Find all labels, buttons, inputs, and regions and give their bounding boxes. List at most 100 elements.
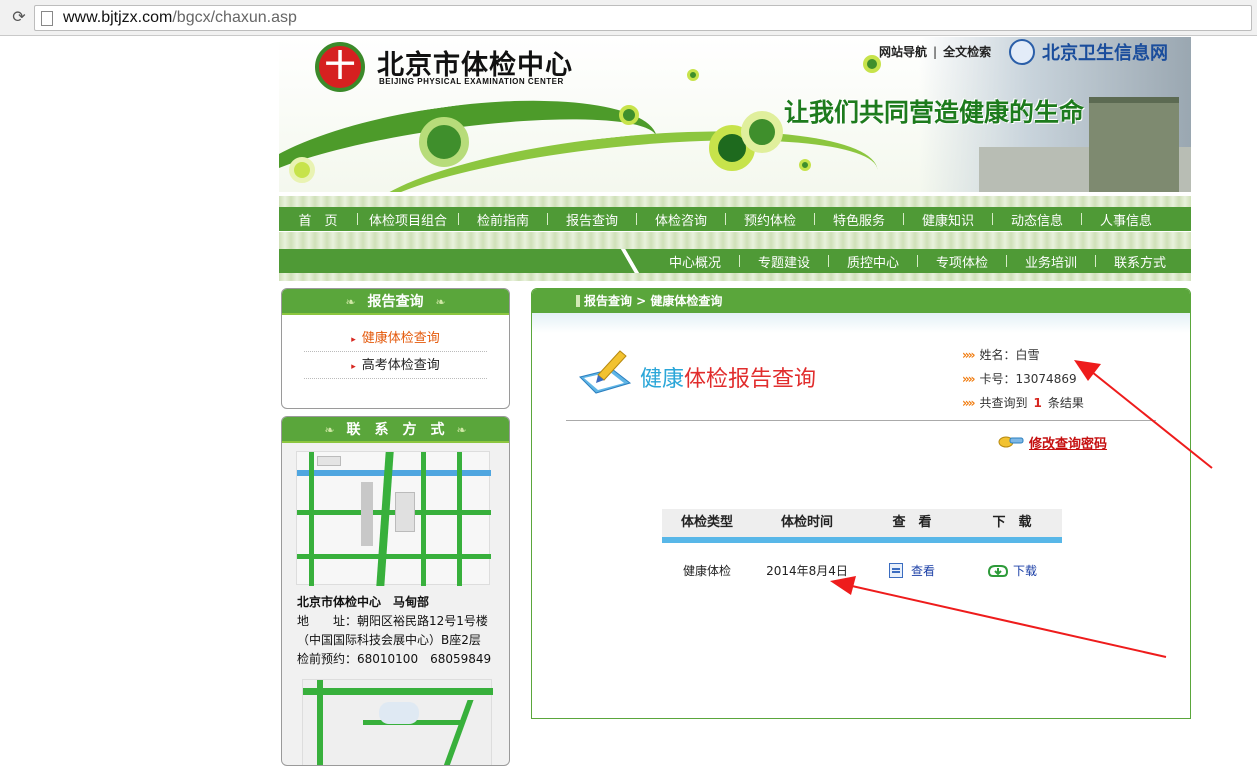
site-banner: 十 北京市体检中心 BEIJING PHYSICAL EXAMINATION C… (279, 37, 1191, 192)
view-button[interactable]: 查看 (862, 547, 962, 595)
breadcrumb-marker (576, 295, 580, 307)
bullet-arrow-icon: ▸ (351, 362, 356, 372)
location-map[interactable] (296, 451, 491, 586)
map-block (317, 456, 341, 466)
link-separator: | (933, 45, 938, 59)
nav-pattern-strip (279, 196, 1191, 207)
contact-panel-header: ❧ 联 系 方 式 ❧ (282, 417, 509, 443)
card-number: »» 卡号：13074869 (962, 370, 1077, 387)
document-icon (888, 563, 903, 578)
nav-home[interactable]: 首 页 (279, 210, 357, 229)
site-title-en: BEIJING PHYSICAL EXAMINATION CENTER (379, 77, 564, 86)
report-query-panel: ❧ 报告查询 ❧ ▸ 健康体检查询 ▸ 高考体检查询 (281, 288, 510, 409)
banner-building (1089, 97, 1179, 192)
nav-special[interactable]: 专项体检 (918, 252, 1006, 271)
menu-health-exam-query[interactable]: ▸ 健康体检查询 (304, 325, 487, 352)
result-count: »» 共查询到 1 条结果 (962, 394, 1084, 411)
nav-about[interactable]: 中心概况 (651, 252, 739, 271)
header-ornament: ❧ (456, 423, 467, 437)
deco-circle (741, 111, 783, 153)
contact-panel-title: 联 系 方 式 (346, 422, 445, 438)
title-part-blue: 健康 (640, 367, 685, 392)
key-icon (998, 436, 1024, 448)
center-logo: 十 (315, 42, 365, 92)
page-icon (41, 11, 53, 26)
reload-icon[interactable]: ⟳ (10, 8, 28, 26)
banner-slogan: 让我们共同营造健康的生命 (784, 98, 1085, 127)
pencil-note-icon (579, 350, 632, 394)
menu-gaokao-exam-query[interactable]: ▸ 高考体检查询 (304, 352, 487, 379)
url-text: www.bjtjzx.com/bgcx/chaxun.asp (63, 9, 297, 27)
bj-health-logo-icon[interactable] (1009, 39, 1035, 65)
bj-health-link[interactable]: 北京卫生信息网 (1042, 39, 1168, 65)
nav-qc[interactable]: 质控中心 (829, 252, 917, 271)
contact-panel: ❧ 联 系 方 式 ❧ 北京市体检中心 马甸部 地 址：朝阳区裕民路12号1号楼 （… (281, 416, 510, 766)
address-bar[interactable]: www.bjtjzx.com/bgcx/chaxun.asp (34, 5, 1252, 31)
nav-pattern-strip (279, 273, 1191, 281)
report-panel-header: ❧ 报告查询 ❧ (282, 289, 509, 315)
cell-exam-type: 健康体检 (682, 564, 731, 578)
menu-label: 高考体检查询 (361, 358, 440, 373)
map-road (421, 452, 426, 586)
chevron-right-icon: »» (962, 396, 975, 410)
download-button[interactable]: 下载 (962, 547, 1062, 595)
sub-nav: 中心概况 专题建设 质控中心 专项体检 业务培训 联系方式 (279, 249, 1191, 273)
header-ornament: ❧ (324, 423, 335, 437)
nav-knowledge[interactable]: 健康知识 (904, 210, 992, 229)
col-exam-type: 体检类型 (680, 515, 733, 530)
url-host: www.bjtjzx.com (63, 9, 173, 26)
col-download: 下 载 (992, 515, 1032, 530)
main-nav: 首 页 体检项目组合 检前指南 报告查询 体检咨询 预约体检 特色服务 健康知识… (279, 207, 1191, 231)
contact-address-2: （中国国际科技会展中心）B座2层 (297, 633, 481, 647)
map-road (438, 700, 474, 765)
map-block (379, 702, 419, 724)
nav-guide[interactable]: 检前指南 (459, 210, 547, 229)
results-table: 体检类型 体检时间 查 看 下 载 健康体检 2014年8月4日 查看 下载 (662, 509, 1062, 595)
nav-consult[interactable]: 体检咨询 (637, 210, 725, 229)
result-prefix: 共查询到 (979, 396, 1028, 410)
patient-name-text: 姓名：白雪 (979, 348, 1040, 362)
patient-name: »» 姓名：白雪 (962, 346, 1040, 363)
content-header-fade (532, 313, 1190, 333)
chevron-right-icon: »» (962, 348, 975, 362)
browser-toolbar: ⟳ www.bjtjzx.com/bgcx/chaxun.asp (0, 0, 1257, 36)
nav-services[interactable]: 特色服务 (815, 210, 903, 229)
deco-circle (799, 159, 811, 171)
table-row: 健康体检 2014年8月4日 查看 下载 (662, 547, 1062, 595)
bullet-arrow-icon: ▸ (351, 335, 356, 345)
result-count-number: 1 (1033, 396, 1042, 410)
nav-news[interactable]: 动态信息 (993, 210, 1081, 229)
site-nav-link[interactable]: 网站导航 (879, 45, 927, 59)
map-road (303, 688, 493, 695)
table-header: 体检类型 体检时间 查 看 下 载 (662, 509, 1062, 543)
nav-slash-decoration (617, 249, 643, 273)
nav-booking[interactable]: 预约体检 (726, 210, 814, 229)
deco-circle (289, 157, 315, 183)
map-road (317, 680, 323, 765)
map-road (309, 452, 314, 586)
title-part-red: 体检报告查询 (684, 367, 817, 392)
top-links: 网站导航 | 全文检索 (879, 43, 991, 60)
nav-topics[interactable]: 专题建设 (740, 252, 828, 271)
cell-exam-date: 2014年8月4日 (766, 564, 848, 578)
col-exam-date: 体检时间 (780, 515, 833, 530)
nav-exam-packages[interactable]: 体检项目组合 (358, 210, 458, 229)
download-icon (987, 565, 1008, 577)
nav-hr[interactable]: 人事信息 (1082, 210, 1170, 229)
contact-address: 地 址：朝阳区裕民路12号1号楼 (297, 614, 488, 628)
location-map-2[interactable] (302, 679, 493, 765)
content-divider (566, 420, 1156, 421)
chevron-right-icon: »» (962, 372, 975, 386)
change-password-link[interactable]: 修改查询密码 (1029, 433, 1107, 452)
contact-phone: 检前预约：68010100 68059849 (297, 652, 492, 666)
fulltext-search-link[interactable]: 全文检索 (943, 45, 991, 59)
nav-report-query[interactable]: 报告查询 (548, 210, 636, 229)
view-link[interactable]: 查看 (911, 564, 935, 578)
nav-contact[interactable]: 联系方式 (1096, 252, 1184, 271)
map-block (395, 492, 415, 532)
download-link[interactable]: 下载 (1013, 564, 1037, 578)
contact-info: 北京市体检中心 马甸部 地 址：朝阳区裕民路12号1号楼 （中国国际科技会展中心… (297, 593, 491, 669)
report-content-panel: 报告查询 > 健康体检查询 健康体检报告查询 »» 姓名：白雪 »» 卡号：1307… (531, 288, 1191, 719)
card-number-text: 卡号：13074869 (979, 372, 1077, 386)
nav-training[interactable]: 业务培训 (1007, 252, 1095, 271)
